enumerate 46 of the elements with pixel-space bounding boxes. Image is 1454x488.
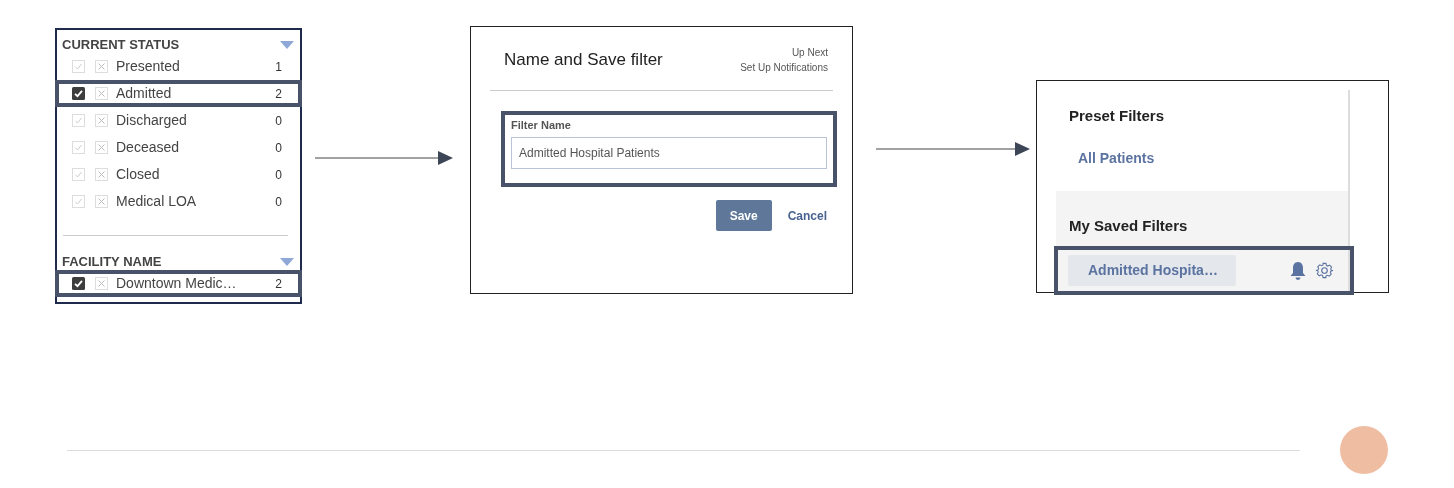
saved-filter-item[interactable]: Admitted Hospita… bbox=[1068, 255, 1236, 286]
save-button[interactable]: Save bbox=[715, 200, 772, 231]
status-count: 0 bbox=[275, 166, 282, 184]
exclude-icon[interactable] bbox=[95, 168, 108, 181]
section-title: CURRENT STATUS bbox=[62, 35, 180, 54]
dialog-title: Name and Save filter bbox=[504, 49, 663, 71]
cancel-link[interactable]: Cancel bbox=[787, 206, 827, 225]
checkbox[interactable] bbox=[72, 141, 85, 154]
checkbox[interactable] bbox=[72, 114, 85, 127]
status-label: Admitted bbox=[116, 84, 173, 103]
decorative-circle bbox=[1340, 426, 1388, 474]
up-next-label: Up Next bbox=[790, 46, 828, 60]
status-label: Presented bbox=[116, 57, 181, 76]
status-count: 1 bbox=[275, 58, 282, 76]
checkbox[interactable] bbox=[72, 277, 85, 290]
dropdown-icon[interactable] bbox=[280, 258, 294, 267]
status-count: 2 bbox=[275, 85, 282, 103]
exclude-icon[interactable] bbox=[95, 60, 108, 73]
status-label: Discharged bbox=[116, 111, 188, 130]
preset-filter-link[interactable]: All Patients bbox=[1078, 147, 1348, 169]
status-label: Deceased bbox=[116, 138, 181, 157]
status-label: Closed bbox=[116, 165, 161, 184]
status-label: Downtown Medic… bbox=[116, 274, 238, 293]
checkbox[interactable] bbox=[72, 60, 85, 73]
filter-name-field[interactable]: Admitted Hospital Patients bbox=[511, 136, 827, 169]
checkbox[interactable] bbox=[72, 168, 85, 181]
settings-icon[interactable] bbox=[1315, 261, 1334, 280]
checkbox[interactable] bbox=[72, 87, 85, 100]
status-count: 0 bbox=[275, 139, 282, 157]
bell-icon[interactable] bbox=[1289, 260, 1307, 281]
section-title: FACILITY NAME bbox=[62, 252, 162, 271]
checkbox[interactable] bbox=[72, 195, 85, 208]
status-count: 0 bbox=[275, 193, 282, 211]
dropdown-icon[interactable] bbox=[280, 41, 294, 50]
section-title: My Saved Filters bbox=[1068, 215, 1189, 236]
field-label: Filter Name bbox=[511, 118, 572, 133]
exclude-icon[interactable] bbox=[95, 114, 108, 127]
status-count: 0 bbox=[275, 112, 282, 130]
exclude-icon[interactable] bbox=[95, 141, 108, 154]
status-count: 2 bbox=[275, 275, 282, 293]
exclude-icon[interactable] bbox=[95, 195, 108, 208]
exclude-icon[interactable] bbox=[95, 277, 108, 290]
up-next-link[interactable]: Set Up Notifications bbox=[740, 60, 828, 75]
exclude-icon[interactable] bbox=[95, 87, 108, 100]
status-label: Medical LOA bbox=[116, 192, 198, 211]
section-title: Preset Filters bbox=[1068, 106, 1166, 126]
